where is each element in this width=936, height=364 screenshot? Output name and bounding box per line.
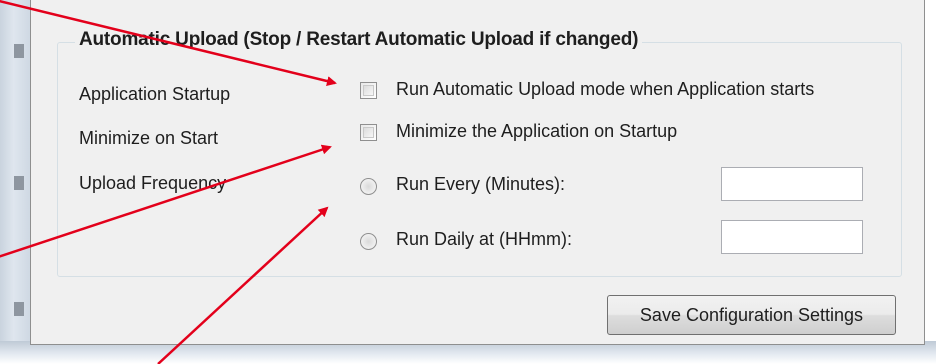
run-every-radio[interactable] bbox=[360, 178, 377, 195]
run-daily-radio[interactable] bbox=[360, 233, 377, 250]
window-left-edge bbox=[0, 0, 34, 345]
run-every-label[interactable]: Run Every (Minutes): bbox=[396, 174, 565, 195]
edge-notch bbox=[14, 176, 24, 190]
run-daily-time-input[interactable] bbox=[721, 220, 863, 254]
minimize-on-startup-label[interactable]: Minimize the Application on Startup bbox=[396, 121, 677, 142]
run-on-start-label[interactable]: Run Automatic Upload mode when Applicati… bbox=[396, 79, 814, 100]
run-every-minutes-input[interactable] bbox=[721, 167, 863, 201]
run-daily-label[interactable]: Run Daily at (HHmm): bbox=[396, 229, 572, 250]
edge-notch bbox=[14, 302, 24, 316]
upload-frequency-label: Upload Frequency bbox=[79, 173, 227, 193]
save-configuration-button[interactable]: Save Configuration Settings bbox=[607, 295, 896, 335]
minimize-on-startup-checkbox[interactable] bbox=[360, 124, 377, 141]
minimize-on-start-label: Minimize on Start bbox=[79, 128, 219, 148]
run-on-start-checkbox[interactable] bbox=[360, 82, 377, 99]
application-startup-label: Application Startup bbox=[79, 84, 231, 104]
edge-notch bbox=[14, 44, 24, 58]
groupbox-title: Automatic Upload (Stop / Restart Automat… bbox=[75, 29, 643, 51]
